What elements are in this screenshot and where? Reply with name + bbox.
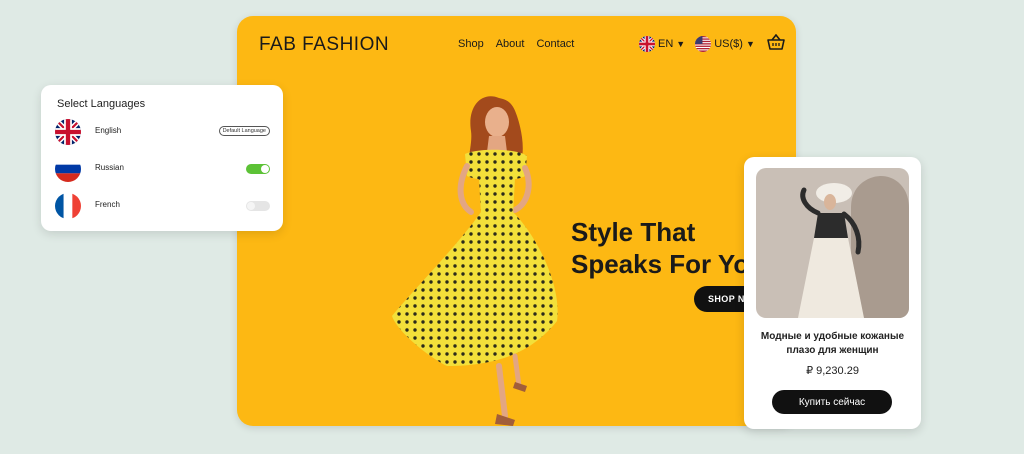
- header-controls: EN ▼ US($) ▼: [639, 33, 785, 53]
- website-preview: FAB FASHION Shop About Contact EN ▼ US($…: [237, 16, 796, 426]
- language-name: English: [95, 126, 122, 135]
- currency-value: US($): [714, 37, 743, 50]
- language-row-french[interactable]: French: [55, 193, 270, 219]
- language-panel: Select Languages English Default Languag…: [41, 85, 283, 231]
- language-name: Russian: [95, 163, 124, 172]
- product-card: Модные и удобные кожаные плазо для женщи…: [744, 157, 921, 429]
- hero-title-line1: Style That: [571, 217, 696, 247]
- product-image[interactable]: [756, 168, 909, 318]
- main-nav: Shop About Contact: [458, 38, 574, 50]
- default-language-badge: Default Language: [218, 126, 270, 136]
- hero-model-image: [387, 86, 587, 426]
- language-dropdown[interactable]: EN ▼: [639, 35, 686, 52]
- product-name: Модные и удобные кожаные плазо для женщи…: [760, 331, 905, 356]
- russian-toggle[interactable]: [246, 164, 270, 174]
- france-flag-icon: [55, 193, 81, 219]
- basket-icon[interactable]: [767, 33, 785, 53]
- currency-dropdown[interactable]: US($) ▼: [695, 35, 755, 52]
- us-flag-icon: [695, 35, 712, 52]
- site-logo[interactable]: FAB FASHION: [259, 34, 389, 56]
- language-panel-title: Select Languages: [57, 98, 146, 110]
- caret-down-icon: ▼: [745, 38, 755, 49]
- language-name: French: [95, 200, 120, 209]
- nav-about[interactable]: About: [496, 38, 525, 50]
- language-row-english[interactable]: English Default Language: [55, 119, 270, 145]
- hero-title: Style That Speaks For Yo: [571, 216, 749, 280]
- french-toggle[interactable]: [246, 201, 270, 211]
- uk-flag-icon: [55, 119, 81, 145]
- nav-contact[interactable]: Contact: [536, 38, 574, 50]
- language-row-russian[interactable]: Russian: [55, 156, 270, 182]
- russia-flag-icon: [55, 156, 81, 182]
- product-price: ₽ 9,230.29: [806, 365, 859, 377]
- nav-shop[interactable]: Shop: [458, 38, 484, 50]
- buy-now-button[interactable]: Купить сейчас: [772, 390, 892, 414]
- toggle-knob: [247, 202, 255, 210]
- toggle-knob: [261, 165, 269, 173]
- caret-down-icon: ▼: [676, 38, 686, 49]
- hero-title-line2: Speaks For Yo: [571, 249, 750, 279]
- language-value: EN: [658, 37, 674, 50]
- uk-flag-icon: [639, 35, 655, 52]
